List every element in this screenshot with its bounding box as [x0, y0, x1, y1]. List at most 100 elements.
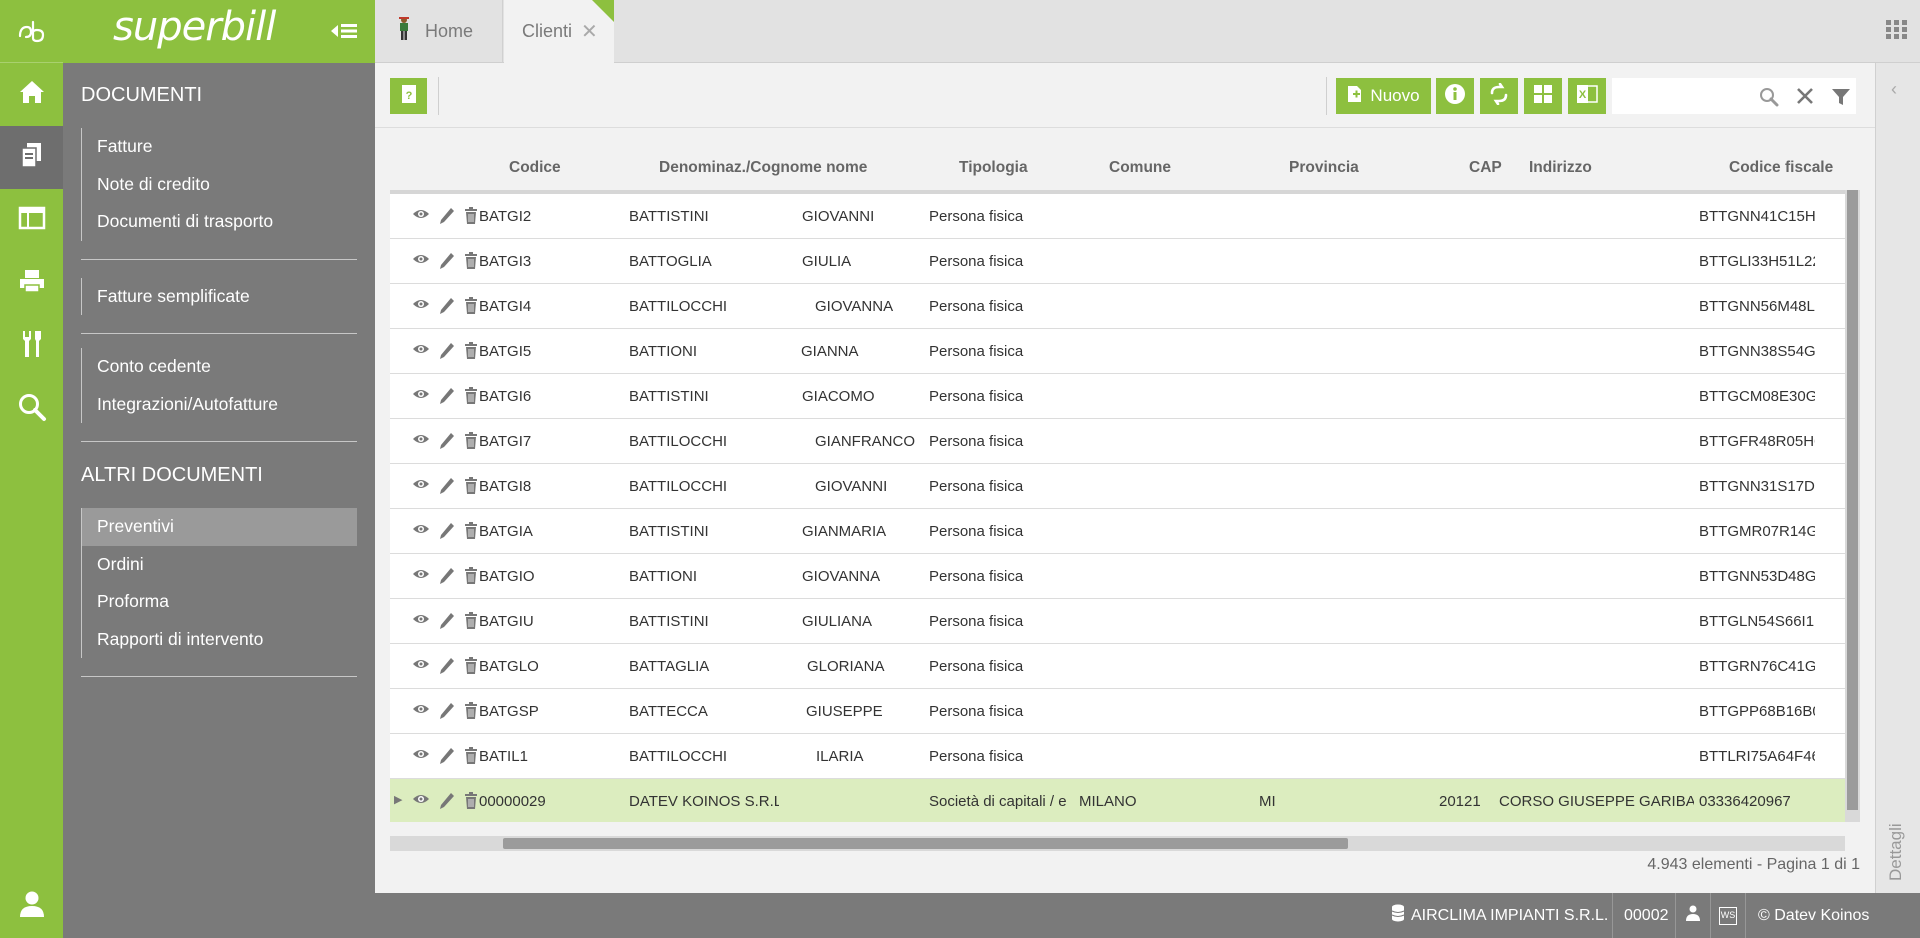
table-row[interactable]: BATGIA BATTISTINI Persona fisica BTTGMR07R1…	[390, 509, 1845, 554]
rail-search-button[interactable]	[0, 378, 63, 441]
search-icon[interactable]	[1759, 87, 1779, 112]
table-row[interactable]: BATGLO BATTAGLIA Persona fisica BTTGRN76C41…	[390, 644, 1845, 689]
col-codice-fiscale[interactable]: Codice fiscale	[1729, 159, 1833, 177]
horizontal-scrollbar[interactable]	[390, 836, 1845, 851]
col-indirizzo[interactable]: Indirizzo	[1529, 159, 1592, 177]
menu-item-proforma[interactable]: Proforma	[81, 583, 357, 621]
delete-icon[interactable]	[464, 792, 478, 813]
view-icon[interactable]	[412, 297, 430, 315]
expand-row-icon[interactable]: ▶	[394, 793, 402, 806]
layout-button[interactable]	[1524, 78, 1562, 114]
delete-icon[interactable]	[464, 612, 478, 633]
col-cap[interactable]: CAP	[1469, 159, 1502, 177]
edit-icon[interactable]	[439, 747, 455, 769]
col-tipologia[interactable]: Tipologia	[959, 159, 1028, 177]
expand-details-icon[interactable]: ‹	[1891, 79, 1897, 100]
filter-icon[interactable]	[1831, 87, 1851, 112]
delete-icon[interactable]	[464, 657, 478, 678]
help-button[interactable]: ?	[390, 78, 427, 114]
status-user[interactable]	[1675, 893, 1710, 938]
horizontal-scroll-thumb[interactable]	[503, 838, 1348, 849]
view-icon[interactable]	[412, 342, 430, 360]
delete-icon[interactable]	[464, 477, 478, 498]
view-icon[interactable]	[412, 747, 430, 765]
menu-item-fatture-semplificate[interactable]: Fatture semplificate	[81, 277, 357, 315]
table-row[interactable]: BATGI8 BATTILOCCHI Persona fisica BTTGNN31S…	[390, 464, 1845, 509]
table-row[interactable]: BATGI7 BATTILOCCHI Persona fisica BTTGFR48R…	[390, 419, 1845, 464]
table-row[interactable]: BATIL1 BATTILOCCHI Persona fisica BTTLRI75A…	[390, 734, 1845, 779]
edit-icon[interactable]	[439, 252, 455, 274]
apps-grid-icon[interactable]	[1886, 20, 1908, 45]
table-row[interactable]: BATGI2 BATTISTINI Persona fisica BTTGNN41C1…	[390, 194, 1845, 239]
edit-icon[interactable]	[439, 477, 455, 499]
table-row[interactable]: BATGIO BATTIONI Persona fisica BTTGNN53D48G…	[390, 554, 1845, 599]
view-icon[interactable]	[412, 522, 430, 540]
delete-icon[interactable]	[464, 297, 478, 318]
table-row[interactable]: BATGI4 BATTILOCCHI Persona fisica BTTGNN56M…	[390, 284, 1845, 329]
view-icon[interactable]	[412, 207, 430, 225]
edit-icon[interactable]	[439, 612, 455, 634]
view-icon[interactable]	[412, 252, 430, 270]
menu-item-ordini[interactable]: Ordini	[81, 545, 357, 583]
view-icon[interactable]	[412, 387, 430, 405]
menu-item-rapporti-di-intervento[interactable]: Rapporti di intervento	[81, 620, 357, 658]
view-icon[interactable]	[412, 432, 430, 450]
view-icon[interactable]	[412, 792, 430, 810]
excel-export-button[interactable]: X	[1568, 78, 1606, 114]
rail-documents-button[interactable]	[0, 126, 63, 189]
col-codice[interactable]: Codice	[509, 159, 561, 177]
edit-icon[interactable]	[439, 342, 455, 364]
view-icon[interactable]	[412, 567, 430, 585]
rail-home-button[interactable]	[0, 63, 63, 126]
search-input[interactable]	[1620, 79, 1765, 113]
view-icon[interactable]	[412, 612, 430, 630]
delete-icon[interactable]	[464, 252, 478, 273]
table-row[interactable]: ▶ 00000029 DATEV KOINOS S.R.L. Società di c…	[390, 779, 1845, 822]
rail-print-button[interactable]	[0, 252, 63, 315]
delete-icon[interactable]	[464, 387, 478, 408]
status-ws[interactable]: WS	[1710, 893, 1745, 938]
edit-icon[interactable]	[439, 297, 455, 319]
sync-button[interactable]	[1480, 78, 1518, 114]
table-row[interactable]: BATGI5 BATTIONI Persona fisica BTTGNN38S54G…	[390, 329, 1845, 374]
view-icon[interactable]	[412, 657, 430, 675]
menu-item-note-di-credito[interactable]: Note di credito	[81, 165, 357, 203]
delete-icon[interactable]	[464, 432, 478, 453]
edit-icon[interactable]	[439, 522, 455, 544]
rail-user-button[interactable]	[0, 875, 63, 938]
menu-item-conto-cedente[interactable]: Conto cedente	[81, 348, 357, 386]
sb-logo-icon[interactable]	[0, 0, 63, 63]
view-icon[interactable]	[412, 702, 430, 720]
vertical-scrollbar[interactable]	[1845, 190, 1860, 822]
edit-icon[interactable]	[439, 657, 455, 679]
rail-tools-button[interactable]	[0, 315, 63, 378]
col-denominazione[interactable]: Denominaz./Cognome nome	[659, 159, 867, 177]
edit-icon[interactable]	[439, 387, 455, 409]
tab-clienti[interactable]: Clienti ✕	[504, 0, 614, 63]
menu-item-preventivi[interactable]: Preventivi	[81, 508, 357, 546]
view-icon[interactable]	[412, 477, 430, 495]
delete-icon[interactable]	[464, 207, 478, 228]
col-provincia[interactable]: Provincia	[1289, 159, 1359, 177]
table-row[interactable]: BATGSP BATTECCA Persona fisica BTTGPP68B16B…	[390, 689, 1845, 734]
edit-icon[interactable]	[439, 567, 455, 589]
menu-item-documenti-di-trasporto[interactable]: Documenti di trasporto	[81, 203, 357, 241]
edit-icon[interactable]	[439, 207, 455, 229]
edit-icon[interactable]	[439, 432, 455, 454]
vertical-scroll-thumb[interactable]	[1847, 190, 1858, 810]
delete-icon[interactable]	[464, 342, 478, 363]
nuovo-button[interactable]: Nuovo	[1336, 78, 1431, 114]
table-row[interactable]: BATGI3 BATTOGLIA Persona fisica BTTGLI33H51…	[390, 239, 1845, 284]
edit-icon[interactable]	[439, 702, 455, 724]
collapse-menu-icon[interactable]	[329, 20, 359, 47]
delete-icon[interactable]	[464, 567, 478, 588]
edit-icon[interactable]	[439, 792, 455, 814]
delete-icon[interactable]	[464, 747, 478, 768]
menu-item-integrazioni-autofatture[interactable]: Integrazioni/Autofatture	[81, 385, 357, 423]
table-row[interactable]: BATGIU BATTISTINI Persona fisica BTTGLN54S6…	[390, 599, 1845, 644]
info-button[interactable]	[1436, 78, 1474, 114]
table-row[interactable]: BATGI6 BATTISTINI Persona fisica BTTGCM08E3…	[390, 374, 1845, 419]
close-tab-icon[interactable]: ✕	[581, 19, 598, 44]
delete-icon[interactable]	[464, 522, 478, 543]
col-comune[interactable]: Comune	[1109, 159, 1171, 177]
